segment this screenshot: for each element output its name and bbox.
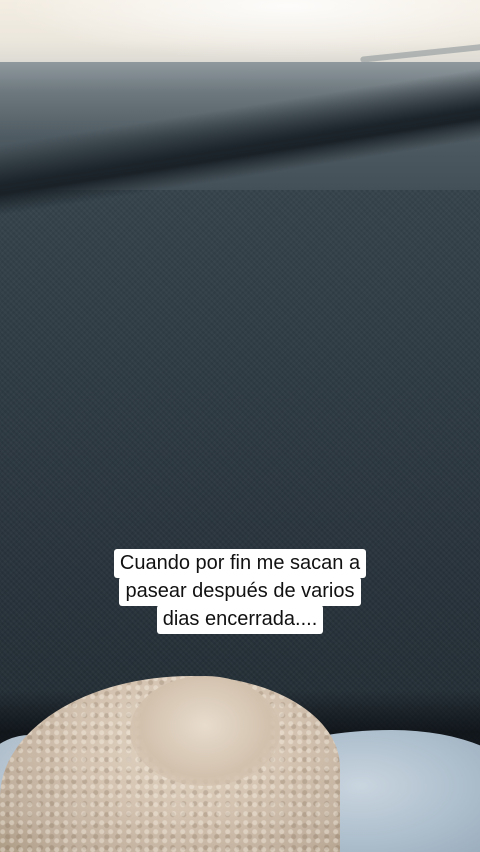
- video-frame[interactable]: Cuando por fin me sacan a pasear después…: [0, 0, 480, 852]
- dog-fur-highlight: [130, 676, 280, 786]
- caption-line-3: dias encerrada....: [156, 605, 324, 634]
- dashboard-surface: [0, 190, 480, 750]
- caption-line-1: Cuando por fin me sacan a: [113, 549, 367, 578]
- caption-overlay: Cuando por fin me sacan a pasear después…: [0, 549, 480, 634]
- caption-line-2: pasear después de varios: [119, 577, 361, 606]
